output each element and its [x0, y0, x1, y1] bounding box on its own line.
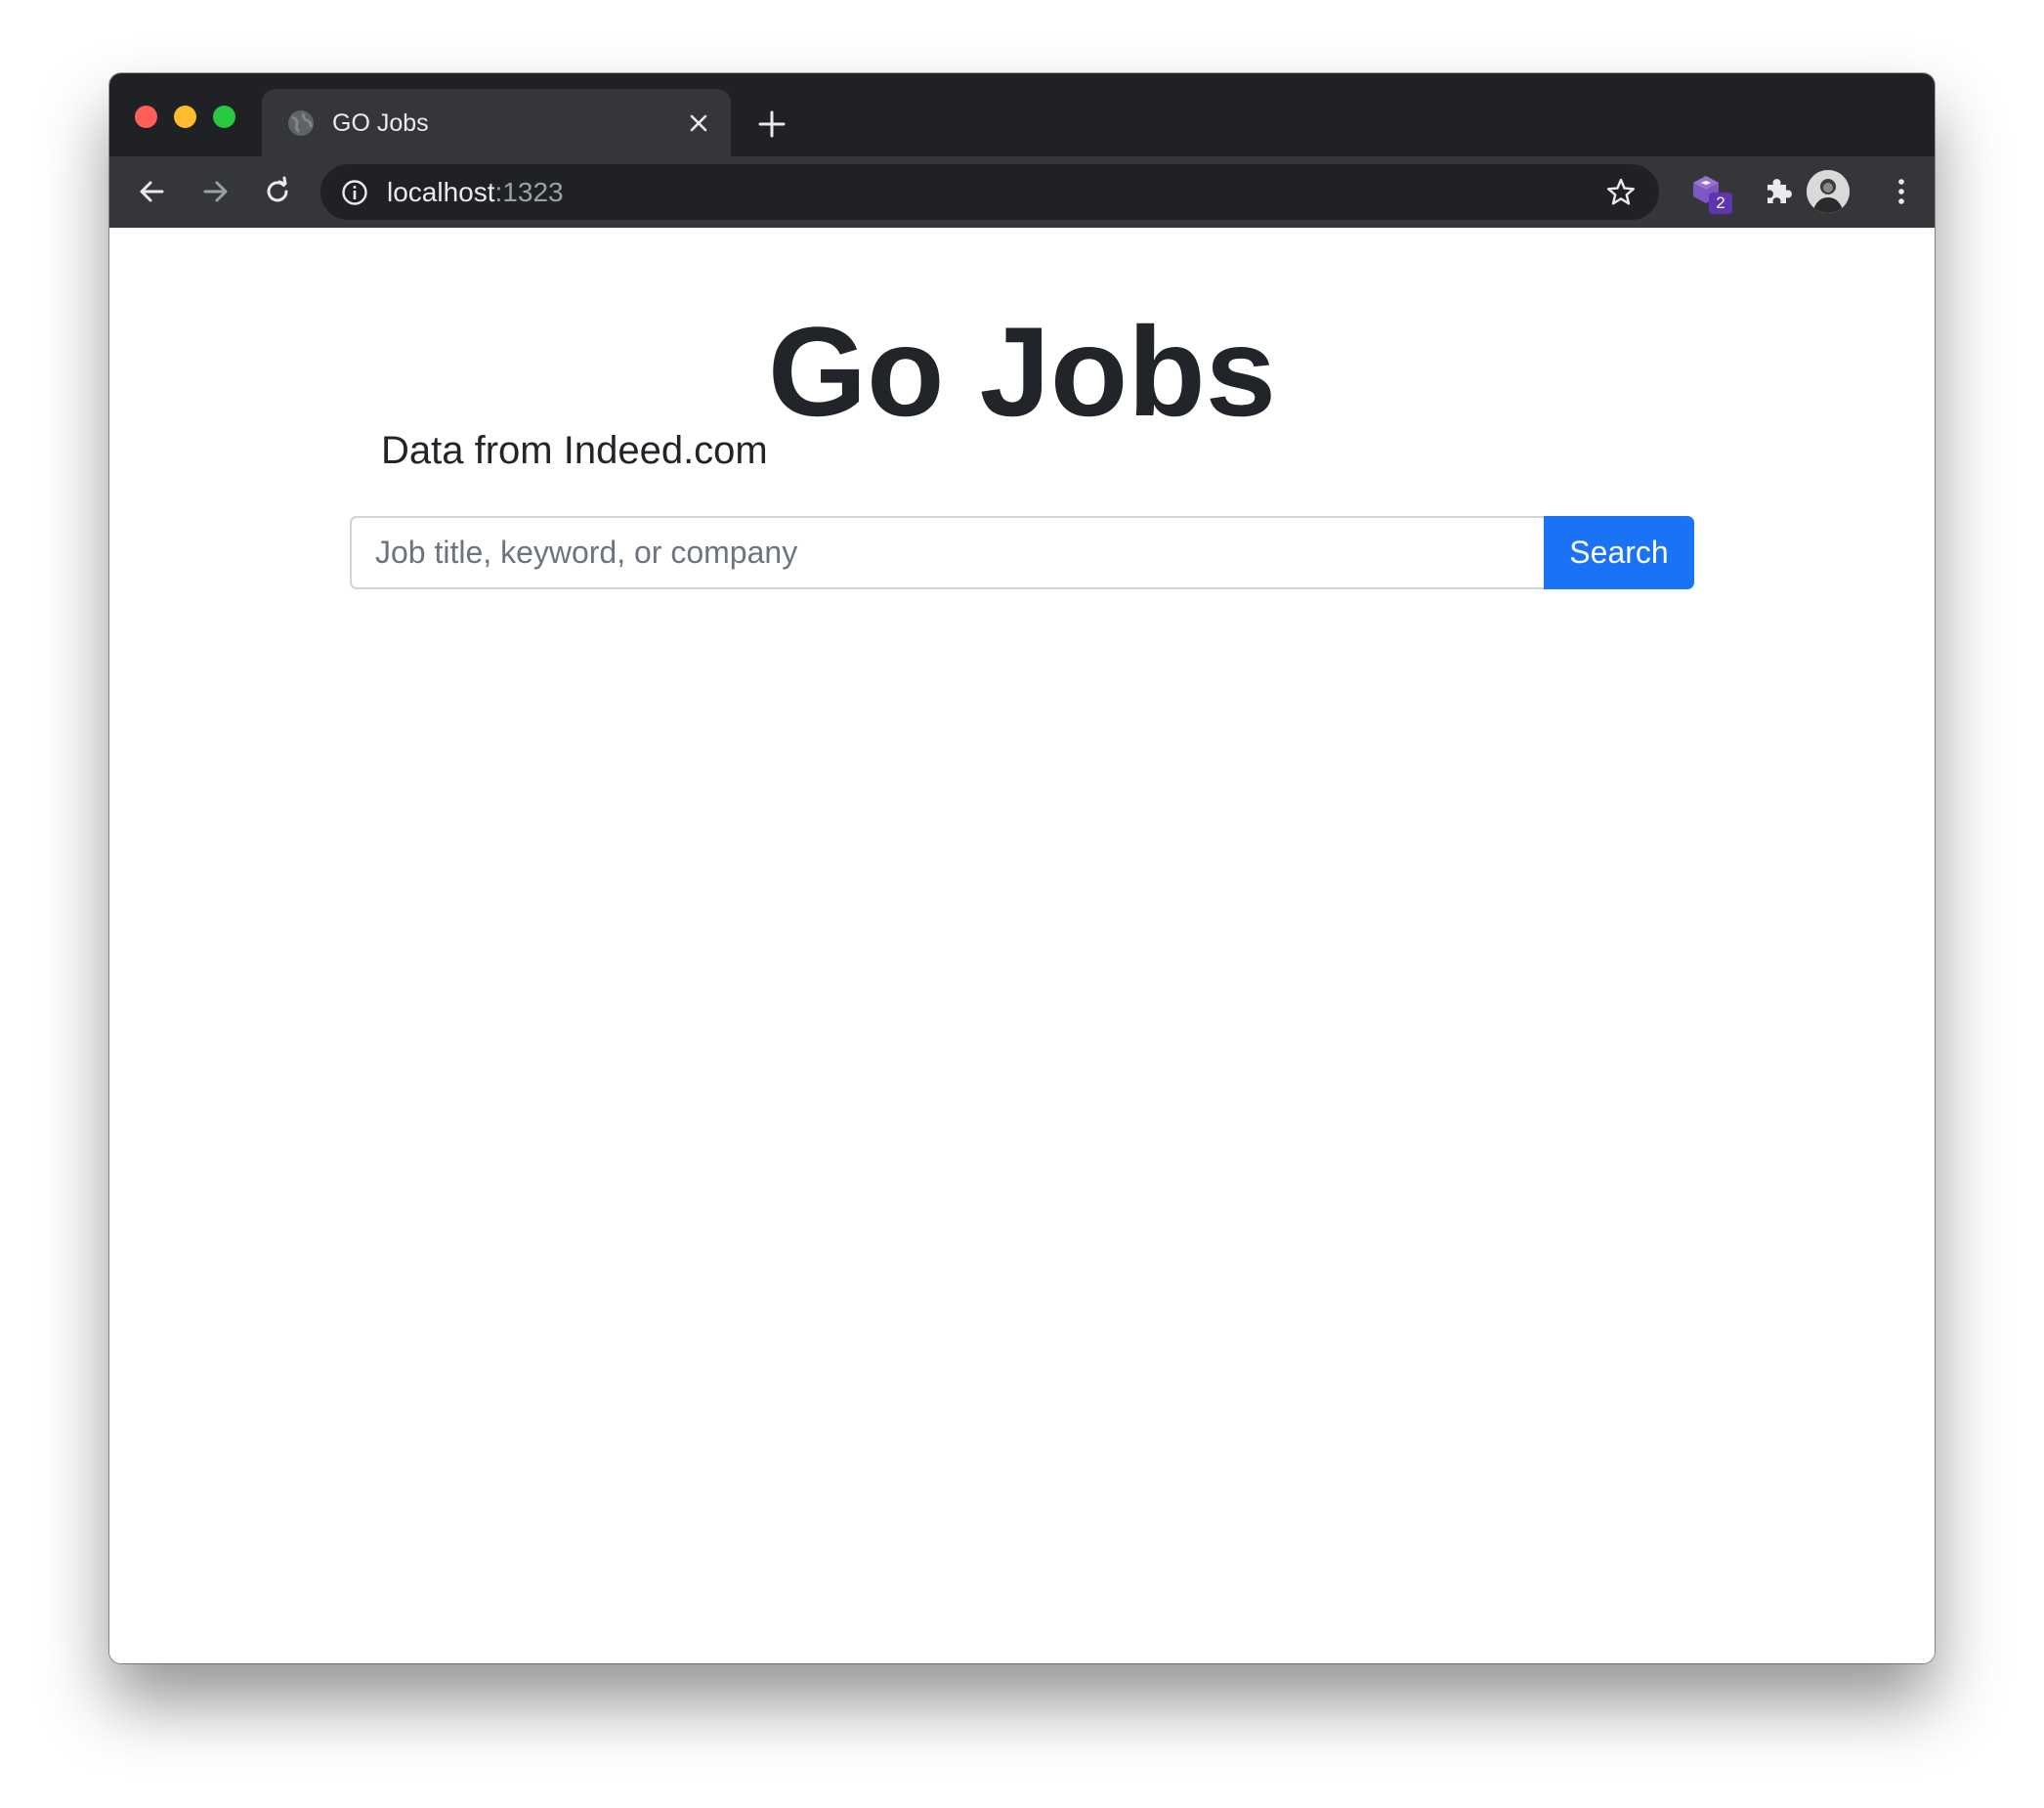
new-tab-button[interactable] — [756, 108, 788, 140]
kebab-menu-icon[interactable] — [1882, 172, 1921, 211]
browser-toolbar: localhost:1323 2 — [109, 156, 1935, 228]
url-port: :1323 — [494, 177, 564, 207]
search-button[interactable]: Search — [1544, 516, 1694, 589]
url-text[interactable]: localhost:1323 — [387, 176, 564, 209]
globe-icon — [288, 110, 314, 136]
page-content: Go Jobs Data from Indeed.com Search — [109, 228, 1935, 1663]
minimize-window-button[interactable] — [174, 106, 196, 128]
page-title: Go Jobs — [767, 300, 1277, 443]
browser-window: GO Jobs localhost:1323 2 Go Jobs Data fr… — [109, 73, 1935, 1663]
url-host: localhost — [387, 177, 495, 207]
close-icon[interactable] — [684, 108, 713, 138]
profile-photo-icon — [1807, 170, 1850, 213]
avatar[interactable] — [1807, 170, 1850, 213]
search-form: Search — [350, 516, 1694, 589]
arrow-right-icon[interactable] — [195, 172, 234, 211]
extension-button[interactable]: 2 — [1689, 173, 1734, 216]
browser-tab[interactable]: GO Jobs — [262, 89, 731, 156]
page-subtitle: Data from Indeed.com — [381, 429, 768, 472]
tab-strip: GO Jobs — [109, 73, 1935, 156]
extension-badge-count: 2 — [1709, 193, 1732, 214]
tab-title: GO Jobs — [332, 109, 429, 137]
address-bar[interactable]: localhost:1323 — [320, 164, 1659, 220]
close-window-button[interactable] — [135, 106, 157, 128]
arrow-left-icon[interactable] — [133, 172, 172, 211]
search-input[interactable] — [350, 516, 1544, 589]
desktop-background: GO Jobs localhost:1323 2 Go Jobs Data fr… — [0, 0, 2044, 1808]
reload-icon[interactable] — [258, 172, 297, 211]
puzzle-icon[interactable] — [1759, 172, 1798, 211]
info-icon[interactable] — [340, 178, 369, 207]
maximize-window-button[interactable] — [213, 106, 235, 128]
star-icon[interactable] — [1604, 176, 1638, 209]
